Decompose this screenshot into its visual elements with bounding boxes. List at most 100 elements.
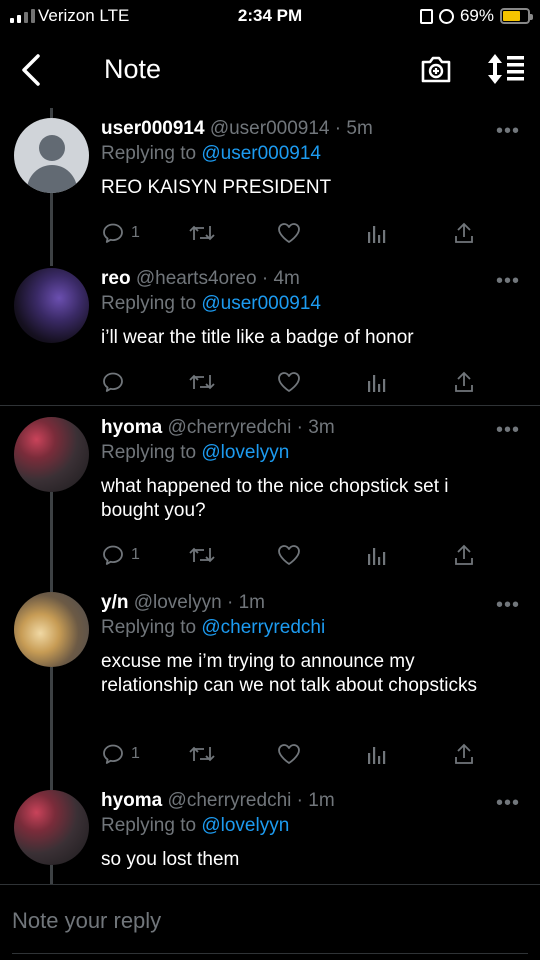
like-button[interactable] bbox=[276, 368, 302, 396]
thread-line bbox=[50, 865, 53, 885]
action-bar: 1 bbox=[101, 219, 491, 247]
share-button[interactable] bbox=[453, 740, 475, 768]
user-handle: @hearts4oreo bbox=[135, 268, 257, 289]
share-icon bbox=[453, 543, 475, 567]
action-bar: 1 bbox=[101, 541, 491, 569]
thread-line bbox=[50, 667, 53, 790]
reply-icon bbox=[101, 221, 125, 245]
thread-line bbox=[50, 492, 53, 592]
camera-button[interactable] bbox=[420, 54, 452, 84]
orientation-lock-icon bbox=[419, 8, 433, 24]
like-button[interactable] bbox=[276, 219, 302, 247]
like-icon bbox=[276, 370, 302, 394]
divider bbox=[12, 953, 528, 954]
share-button[interactable] bbox=[453, 219, 475, 247]
page-title: Note bbox=[104, 54, 162, 84]
reply-to-handle[interactable]: @user000914 bbox=[201, 143, 321, 164]
reply-count: 1 bbox=[131, 224, 140, 241]
user-handle: @cherryredchi bbox=[167, 790, 292, 811]
avatar[interactable] bbox=[14, 118, 89, 193]
reply-bar bbox=[0, 884, 540, 960]
share-button[interactable] bbox=[453, 541, 475, 569]
post-time: 1m bbox=[238, 592, 265, 613]
user-handle: @lovelyyn bbox=[133, 592, 222, 613]
reply-button[interactable]: 1 bbox=[101, 740, 140, 768]
replying-label: Replying to bbox=[101, 143, 197, 164]
analytics-button[interactable] bbox=[366, 219, 388, 247]
reply-to-handle[interactable]: @cherryredchi bbox=[201, 617, 325, 638]
retweet-icon bbox=[188, 543, 216, 567]
divider bbox=[0, 405, 540, 406]
display-name[interactable]: y/n bbox=[101, 592, 128, 613]
retweet-icon bbox=[188, 221, 216, 245]
replying-label: Replying to bbox=[101, 815, 197, 836]
retweet-button[interactable] bbox=[188, 740, 216, 768]
analytics-button[interactable] bbox=[366, 541, 388, 569]
reply-button[interactable]: 1 bbox=[101, 219, 140, 247]
reply-button[interactable] bbox=[101, 368, 131, 396]
analytics-button[interactable] bbox=[366, 368, 388, 396]
like-button[interactable] bbox=[276, 740, 302, 768]
reply-to-handle[interactable]: @user000914 bbox=[201, 293, 321, 314]
avatar[interactable] bbox=[14, 790, 89, 865]
analytics-icon bbox=[366, 221, 388, 245]
post-text: REO KAISYN PRESIDENT bbox=[101, 177, 332, 198]
thread-line bbox=[50, 193, 53, 266]
display-name[interactable]: reo bbox=[101, 268, 131, 289]
reply-to-handle[interactable]: @lovelyyn bbox=[201, 442, 289, 463]
battery-percent: 69% bbox=[459, 6, 494, 25]
status-bar: Verizon LTE 2:34 PM 69% bbox=[0, 0, 540, 32]
back-button[interactable] bbox=[18, 52, 46, 88]
retweet-button[interactable] bbox=[188, 368, 216, 396]
replying-label: Replying to bbox=[101, 442, 197, 463]
like-icon bbox=[276, 221, 302, 245]
like-button[interactable] bbox=[276, 541, 302, 569]
post-time: 4m bbox=[273, 268, 300, 289]
retweet-button[interactable] bbox=[188, 541, 216, 569]
analytics-button[interactable] bbox=[366, 740, 388, 768]
reply-icon bbox=[101, 742, 125, 766]
user-handle: @user000914 bbox=[209, 118, 330, 139]
analytics-icon bbox=[366, 742, 388, 766]
reply-to-handle[interactable]: @lovelyyn bbox=[201, 815, 289, 836]
user-handle: @cherryredchi bbox=[167, 417, 292, 438]
alarm-icon bbox=[438, 8, 454, 24]
display-name[interactable]: user000914 bbox=[101, 118, 205, 139]
camera-plus-icon bbox=[421, 56, 451, 83]
post-text: so you lost them bbox=[101, 849, 240, 870]
thread-line bbox=[50, 108, 53, 118]
reply-count: 1 bbox=[131, 745, 140, 762]
more-options-icon[interactable]: ••• bbox=[496, 793, 520, 813]
sort-button[interactable] bbox=[486, 52, 526, 86]
analytics-icon bbox=[366, 370, 388, 394]
share-button[interactable] bbox=[453, 368, 475, 396]
more-options-icon[interactable]: ••• bbox=[496, 595, 520, 615]
sort-list-icon bbox=[488, 54, 524, 84]
reply-icon bbox=[101, 543, 125, 567]
post-time: 1m bbox=[308, 790, 335, 811]
header: Note bbox=[0, 40, 540, 100]
replying-label: Replying to bbox=[101, 617, 197, 638]
reply-count: 1 bbox=[131, 546, 140, 563]
reply-input[interactable] bbox=[12, 905, 512, 937]
display-name[interactable]: hyoma bbox=[101, 790, 162, 811]
more-options-icon[interactable]: ••• bbox=[496, 271, 520, 291]
avatar[interactable] bbox=[14, 417, 89, 492]
reply-button[interactable]: 1 bbox=[101, 541, 140, 569]
chevron-left-icon bbox=[22, 54, 40, 86]
like-icon bbox=[276, 742, 302, 766]
share-icon bbox=[453, 370, 475, 394]
post-text: what happened to the nice chopstick set … bbox=[101, 476, 449, 521]
like-icon bbox=[276, 543, 302, 567]
battery-icon bbox=[500, 8, 533, 24]
avatar[interactable] bbox=[14, 268, 89, 343]
retweet-button[interactable] bbox=[188, 219, 216, 247]
retweet-icon bbox=[188, 742, 216, 766]
analytics-icon bbox=[366, 543, 388, 567]
post-time: 5m bbox=[346, 118, 373, 139]
more-options-icon[interactable]: ••• bbox=[496, 420, 520, 440]
avatar[interactable] bbox=[14, 592, 89, 667]
retweet-icon bbox=[188, 370, 216, 394]
more-options-icon[interactable]: ••• bbox=[496, 121, 520, 141]
display-name[interactable]: hyoma bbox=[101, 417, 162, 438]
